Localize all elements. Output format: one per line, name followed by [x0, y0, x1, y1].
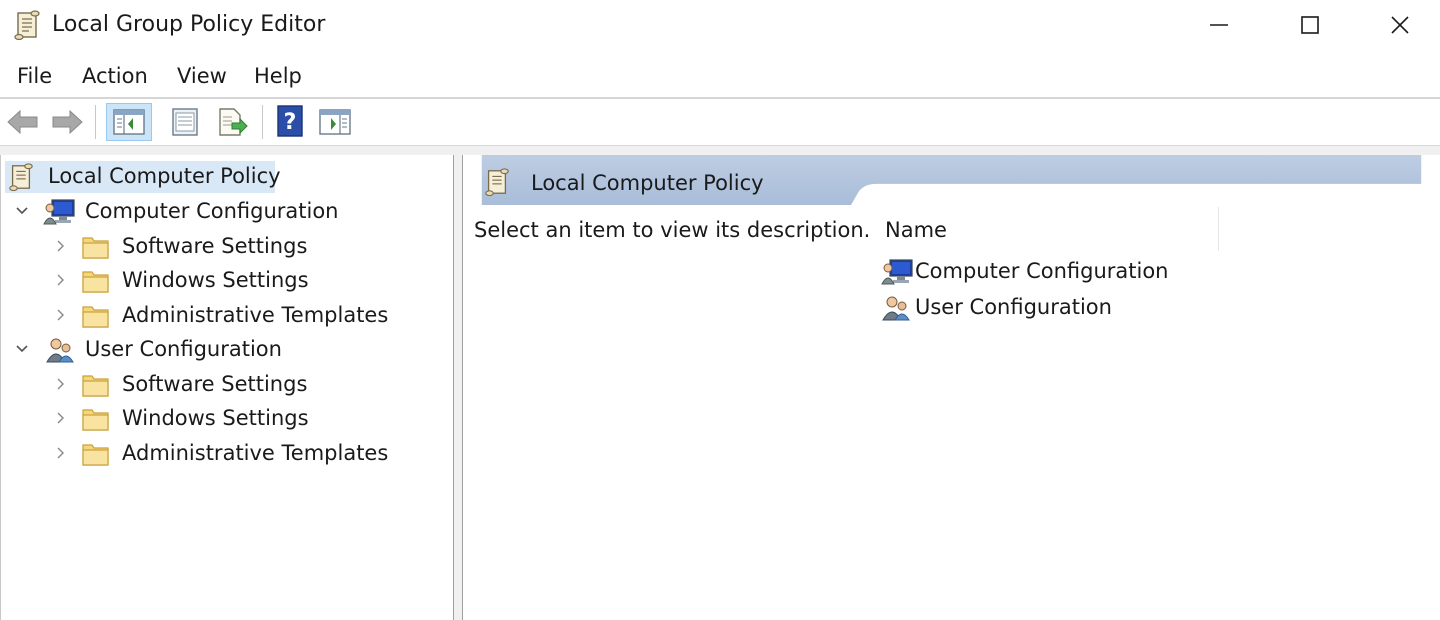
maximize-button[interactable]	[1287, 6, 1333, 44]
computer-config-icon	[881, 258, 913, 290]
list-item-computer-configuration[interactable]: Computer Configuration	[879, 256, 1199, 288]
list-item-label: User Configuration	[915, 295, 1112, 319]
chevron-right-icon[interactable]	[53, 377, 67, 391]
chevron-right-icon[interactable]	[53, 411, 67, 425]
user-config-icon	[881, 294, 911, 326]
tree-node-label: Windows Settings	[122, 268, 309, 292]
column-header-name[interactable]: Name	[885, 218, 947, 242]
folder-icon	[81, 371, 111, 403]
help-button[interactable]: ?	[272, 103, 308, 141]
back-button[interactable]	[4, 103, 42, 141]
close-button[interactable]	[1377, 6, 1423, 44]
tree-node-label: Computer Configuration	[85, 199, 339, 223]
policy-scroll-icon	[7, 163, 35, 195]
forward-button[interactable]	[48, 103, 86, 141]
show-hide-action-pane-button[interactable]	[315, 103, 355, 141]
export-list-icon	[219, 108, 248, 136]
column-divider[interactable]	[1218, 207, 1219, 251]
tree-node-windows-settings[interactable]: Windows Settings	[1, 403, 421, 435]
pane-splitter[interactable]	[454, 155, 462, 620]
show-hide-console-tree-icon	[113, 109, 145, 135]
chevron-right-icon[interactable]	[53, 273, 67, 287]
description-text: Select an item to view its description.	[474, 218, 871, 242]
folder-icon	[81, 302, 111, 334]
tree-node-software-settings[interactable]: Software Settings	[1, 369, 421, 401]
toolbar: ?	[0, 99, 1440, 145]
tree-node-user-configuration[interactable]: User Configuration	[1, 334, 421, 366]
policy-scroll-icon	[483, 168, 511, 200]
chevron-right-icon[interactable]	[53, 308, 67, 322]
forward-arrow-icon	[52, 109, 83, 135]
tree-node-windows-settings[interactable]: Windows Settings	[1, 265, 421, 297]
minimize-icon	[1210, 24, 1228, 26]
tree-node-label: Administrative Templates	[122, 303, 389, 327]
toolbar-separator	[95, 105, 96, 139]
tree-node-administrative-templates[interactable]: Administrative Templates	[1, 438, 421, 470]
folder-icon	[81, 267, 111, 299]
tree-root-local-computer-policy[interactable]: Local Computer Policy	[5, 161, 281, 195]
tree-node-administrative-templates[interactable]: Administrative Templates	[1, 300, 421, 332]
menu-file[interactable]: File	[17, 64, 52, 88]
policy-scroll-icon	[13, 10, 41, 44]
folder-icon	[81, 405, 111, 437]
details-header-title: Local Computer Policy	[531, 171, 764, 195]
show-hide-console-tree-button[interactable]	[106, 103, 152, 141]
tree-node-label: Administrative Templates	[122, 441, 389, 465]
tree-node-label: Software Settings	[122, 234, 308, 258]
computer-config-icon	[43, 198, 75, 230]
svg-text:?: ?	[284, 110, 297, 135]
folder-icon	[81, 233, 111, 265]
tree-node-label: Software Settings	[122, 372, 308, 396]
properties-button[interactable]	[165, 103, 205, 141]
folder-icon	[81, 440, 111, 472]
console-tree: Local Computer Policy Computer Configura…	[0, 155, 454, 620]
chevron-down-icon[interactable]	[15, 204, 29, 218]
maximize-icon	[1301, 16, 1319, 34]
title-bar: Local Group Policy Editor	[0, 0, 1440, 52]
chevron-right-icon[interactable]	[53, 446, 67, 460]
show-hide-action-pane-icon	[319, 109, 351, 135]
close-icon	[1391, 16, 1409, 34]
menu-help[interactable]: Help	[254, 64, 302, 88]
properties-icon	[172, 108, 198, 136]
details-pane: Local Computer Policy Select an item to …	[463, 155, 1440, 620]
tree-node-label: User Configuration	[85, 337, 282, 361]
tree-node-computer-configuration[interactable]: Computer Configuration	[1, 196, 421, 228]
back-arrow-icon	[7, 109, 38, 135]
tree-root-label: Local Computer Policy	[48, 164, 281, 188]
menu-bar: File Action View Help	[0, 56, 1440, 96]
tree-node-software-settings[interactable]: Software Settings	[1, 231, 421, 263]
tree-node-label: Windows Settings	[122, 406, 309, 430]
toolbar-separator	[262, 105, 263, 139]
help-icon: ?	[277, 105, 303, 137]
list-item-user-configuration[interactable]: User Configuration	[879, 292, 1199, 324]
menu-view[interactable]: View	[177, 64, 227, 88]
chevron-right-icon[interactable]	[53, 239, 67, 253]
chevron-down-icon[interactable]	[15, 342, 29, 356]
user-config-icon	[45, 336, 75, 368]
menu-action[interactable]: Action	[82, 64, 148, 88]
window-title: Local Group Policy Editor	[52, 12, 326, 37]
minimize-button[interactable]	[1196, 6, 1242, 44]
export-list-button[interactable]	[212, 103, 252, 141]
list-item-label: Computer Configuration	[915, 259, 1169, 283]
